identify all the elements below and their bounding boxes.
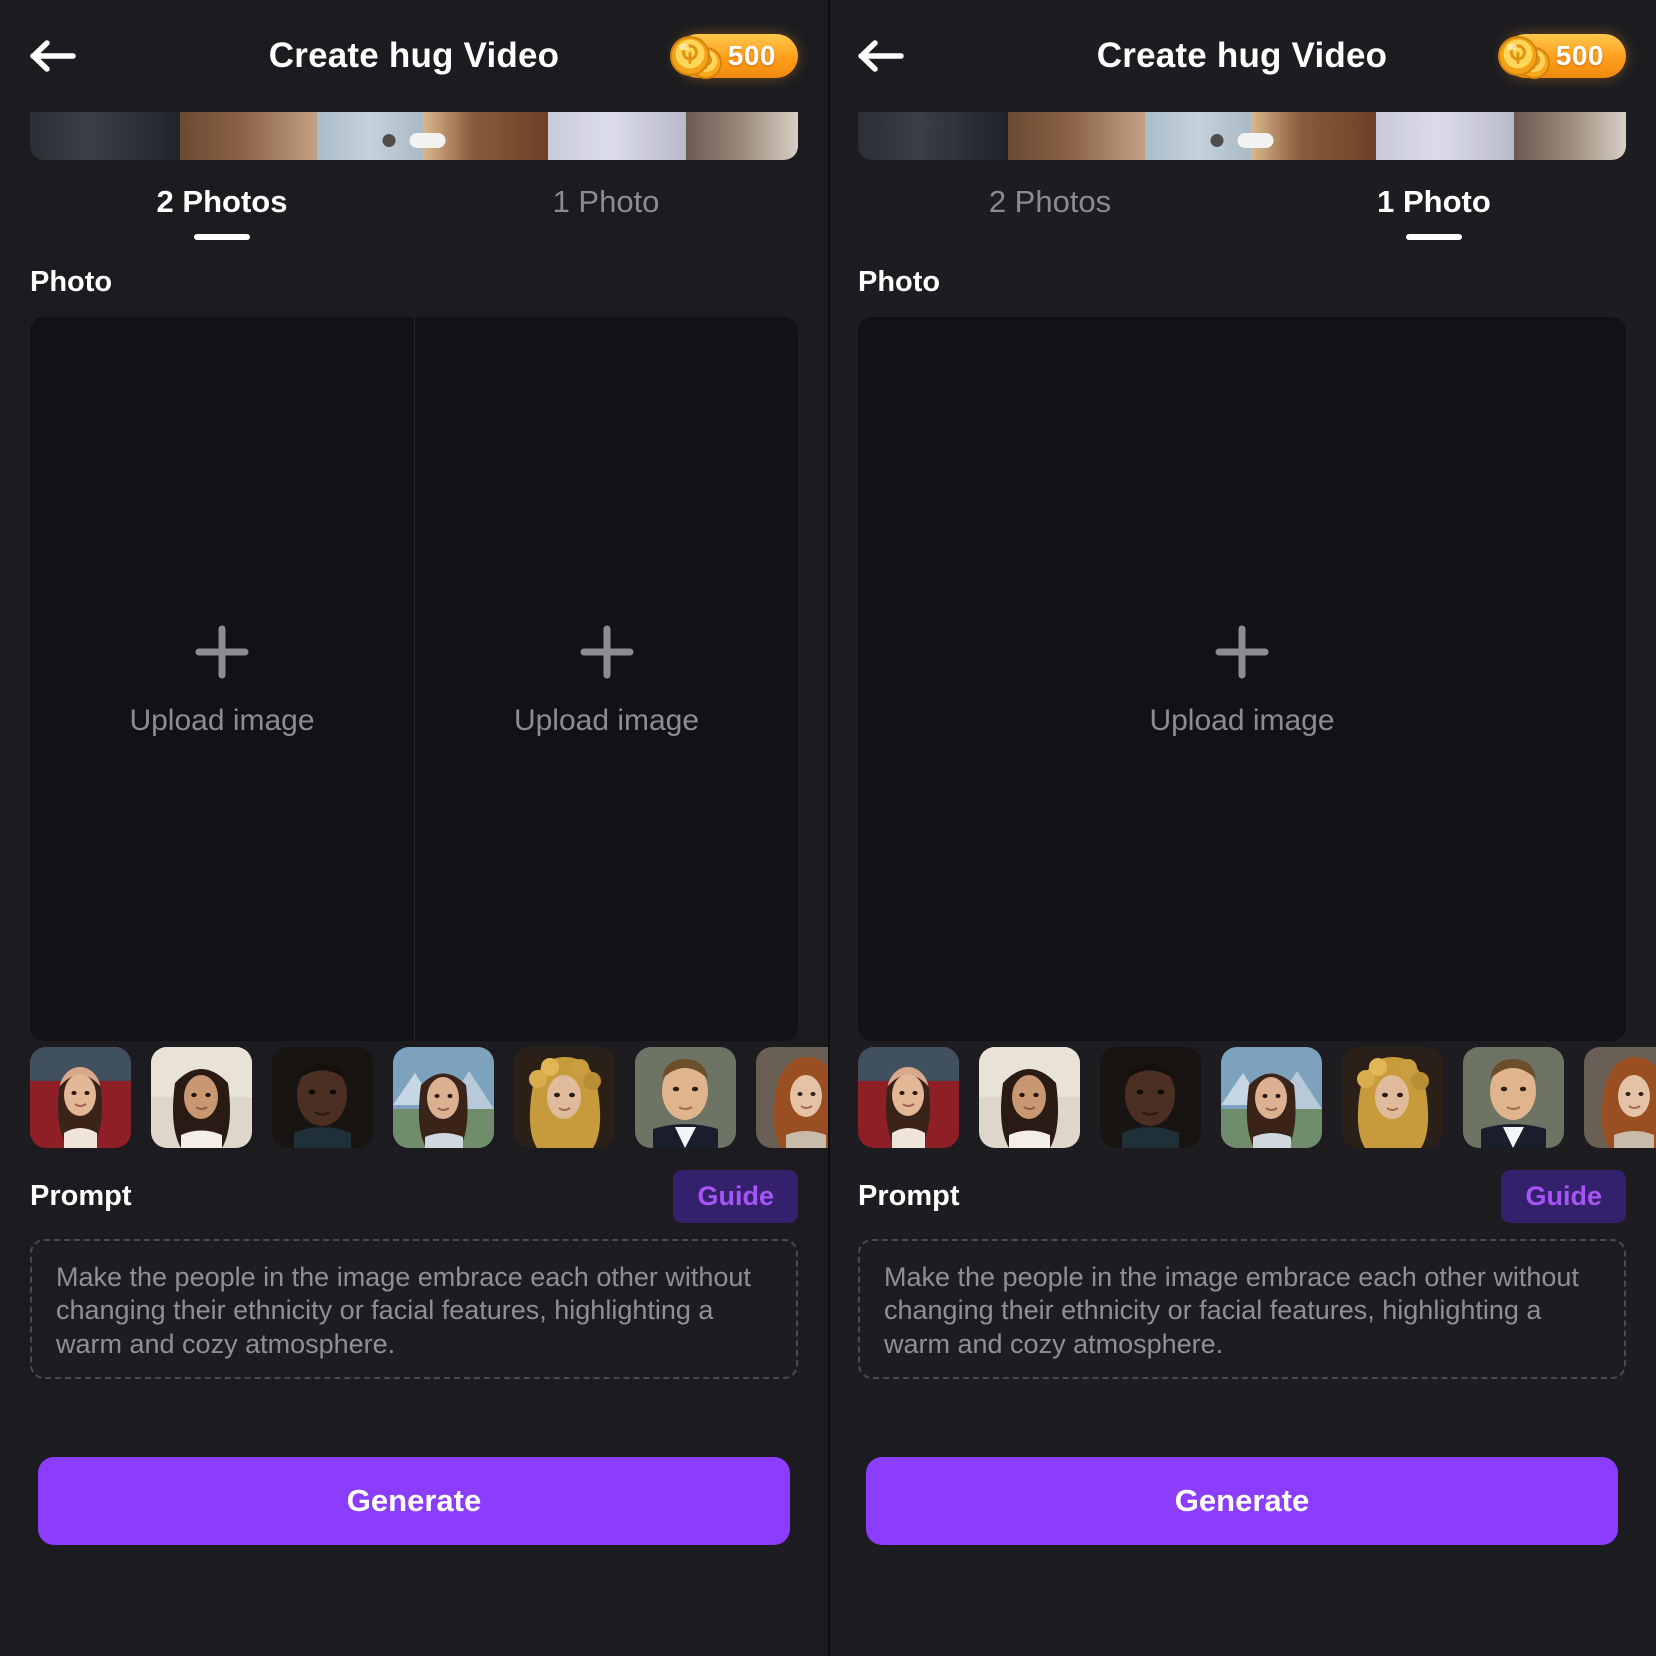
arrow-left-icon	[30, 39, 76, 73]
sample-photo-strip[interactable]	[828, 1041, 1656, 1153]
photo-mode-tabs: 2 Photos 1 Photo	[0, 160, 828, 256]
carousel-dot-active[interactable]	[409, 133, 446, 148]
guide-button[interactable]: Guide	[673, 1169, 798, 1223]
screen-1-photo: Create hug Video 500 2 Photos 1 Photo Ph…	[828, 0, 1656, 1656]
back-button[interactable]	[30, 27, 92, 85]
upload-slot-label: Upload image	[1149, 703, 1335, 737]
tab-1-photo[interactable]: 1 Photo	[1242, 160, 1626, 240]
thumbnail-woman-white-veil[interactable]	[151, 1046, 252, 1148]
thumbnail-woman-curly-gold[interactable]	[514, 1046, 615, 1148]
carousel-pagination	[382, 133, 446, 148]
prompt-input[interactable]: Make the people in the image embrace eac…	[30, 1239, 798, 1379]
tab-2-photos[interactable]: 2 Photos	[30, 160, 414, 240]
carousel-dot[interactable]	[1210, 134, 1224, 147]
tab-label: 2 Photos	[988, 184, 1112, 219]
promo-banner-carousel[interactable]	[30, 112, 798, 160]
tab-2-photos[interactable]: 2 Photos	[858, 160, 1242, 220]
thumbnail-man-blue-suit[interactable]	[1463, 1046, 1564, 1148]
prompt-header: Prompt Guide	[858, 1153, 1626, 1239]
guide-button[interactable]: Guide	[1501, 1169, 1626, 1223]
thumbnail-woman-curly-gold[interactable]	[1342, 1046, 1443, 1148]
banner-slide	[179, 112, 318, 160]
plus-icon	[1211, 621, 1273, 688]
upload-slot-1[interactable]: Upload image	[30, 317, 414, 1041]
banner-slide	[858, 112, 1008, 160]
prompt-text: Make the people in the image embrace eac…	[56, 1262, 759, 1359]
carousel-pagination	[1210, 133, 1274, 148]
tab-1-photo[interactable]: 1 Photo	[414, 160, 798, 220]
screen-divider	[828, 0, 830, 1656]
plus-icon	[576, 621, 638, 688]
thumbnail-woman-mountain[interactable]	[1221, 1046, 1322, 1148]
generate-button[interactable]: Generate	[866, 1456, 1618, 1545]
app-header: Create hug Video 500	[0, 0, 828, 112]
upload-slot-1[interactable]: Upload image	[858, 317, 1626, 1041]
back-button[interactable]	[858, 27, 920, 85]
banner-slide	[685, 112, 798, 160]
thumbnail-man-dark-jacket[interactable]	[1100, 1046, 1201, 1148]
coin-count-label: 500	[1555, 40, 1604, 71]
coin-balance-badge[interactable]: 500	[1497, 32, 1626, 80]
carousel-dot-active[interactable]	[1237, 133, 1274, 148]
prompt-label: Prompt	[858, 1179, 960, 1212]
tab-label: 1 Photo	[1377, 184, 1491, 219]
generate-area: Generate	[0, 1379, 828, 1656]
sample-photo-strip[interactable]	[0, 1041, 828, 1153]
banner-slide	[1376, 112, 1514, 160]
generate-button[interactable]: Generate	[38, 1456, 790, 1545]
promo-banner-carousel[interactable]	[858, 112, 1626, 160]
upload-slot-label: Upload image	[513, 703, 700, 737]
upload-area: Upload image Upload image	[30, 317, 798, 1041]
prompt-header: Prompt Guide	[30, 1153, 798, 1239]
thumbnail-woman-mountain[interactable]	[393, 1046, 494, 1148]
thumbnail-woman-red-carpet[interactable]	[858, 1046, 959, 1148]
screen-2-photos: Create hug Video 500 2 Photos 1 Photo Ph…	[0, 0, 828, 1656]
screen-comparison: Create hug Video 500 2 Photos 1 Photo Ph…	[0, 0, 1656, 1656]
photo-mode-tabs: 2 Photos 1 Photo	[828, 160, 1656, 256]
prompt-label: Prompt	[30, 1179, 132, 1212]
upload-slot-2[interactable]: Upload image	[414, 317, 798, 1041]
tab-label: 1 Photo	[552, 184, 660, 219]
banner-slide	[1007, 112, 1146, 160]
tab-label: 2 Photos	[156, 184, 288, 219]
thumbnail-woman-redhead[interactable]	[756, 1046, 828, 1148]
arrow-left-icon	[858, 39, 904, 73]
banner-slide	[30, 112, 180, 160]
app-header: Create hug Video 500	[828, 0, 1656, 112]
banner-slide	[1513, 112, 1626, 160]
coin-count-label: 500	[727, 40, 776, 71]
thumbnail-man-dark-jacket[interactable]	[272, 1046, 373, 1148]
generate-area: Generate	[828, 1379, 1656, 1656]
thumbnail-woman-white-veil[interactable]	[979, 1046, 1080, 1148]
upload-slot-label: Upload image	[129, 703, 315, 737]
thumbnail-man-blue-suit[interactable]	[635, 1046, 736, 1148]
prompt-input[interactable]: Make the people in the image embrace eac…	[858, 1239, 1626, 1379]
plus-icon	[191, 621, 253, 688]
carousel-dot[interactable]	[382, 134, 396, 147]
thumbnail-woman-red-carpet[interactable]	[30, 1046, 131, 1148]
tab-active-indicator	[1406, 234, 1462, 240]
tab-active-indicator	[194, 234, 250, 240]
photo-section-label: Photo	[858, 266, 941, 298]
photo-section-label: Photo	[30, 266, 113, 298]
coin-balance-badge[interactable]: 500	[669, 32, 798, 80]
prompt-text: Make the people in the image embrace eac…	[884, 1262, 1587, 1359]
upload-area: Upload image	[858, 317, 1626, 1041]
thumbnail-woman-redhead[interactable]	[1584, 1046, 1656, 1148]
banner-slide	[548, 112, 686, 160]
